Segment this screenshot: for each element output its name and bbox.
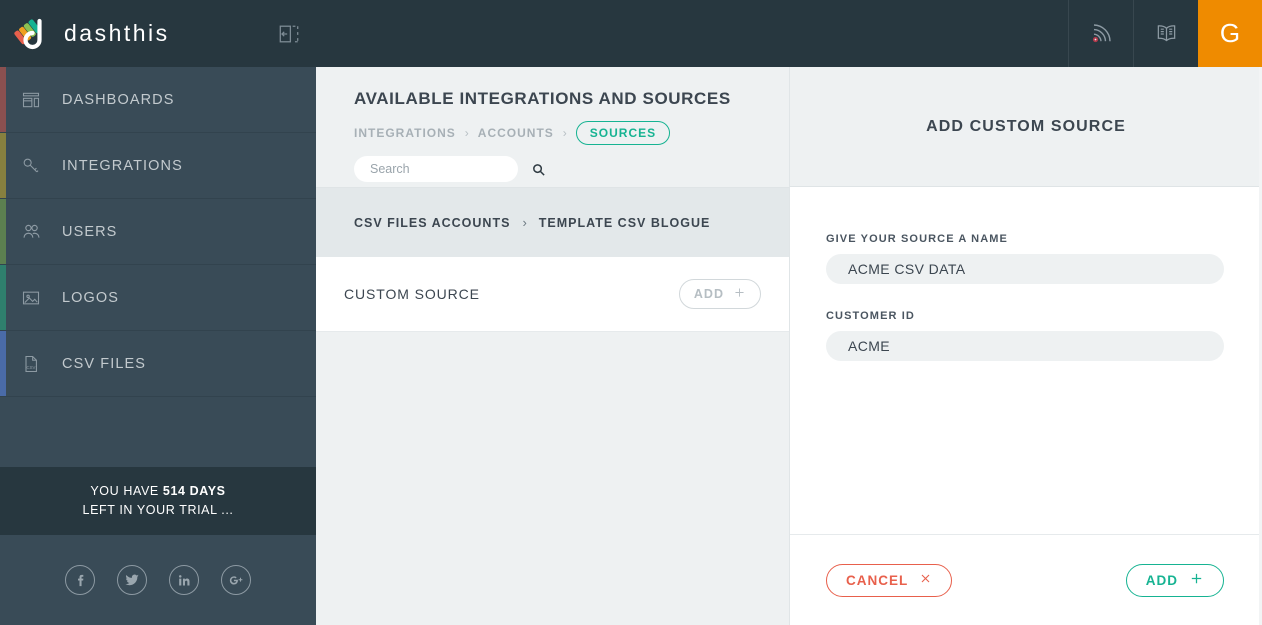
googleplus-icon[interactable]: [221, 565, 251, 595]
app-root: dashthis DASHBOARDS INTEGRATIONS USERS L…: [0, 0, 1262, 625]
integrations-column: AVAILABLE INTEGRATIONS AND SOURCES INTEG…: [316, 67, 790, 625]
customer-id-label: CUSTOMER ID: [826, 310, 915, 322]
twitter-icon[interactable]: [117, 565, 147, 595]
sidebar-item-label: CSV FILES: [62, 355, 147, 372]
sidebar-item-csv-files[interactable]: CSV CSV FILES: [0, 331, 316, 397]
avatar[interactable]: G: [1198, 0, 1262, 67]
search-box[interactable]: [354, 156, 545, 182]
sidebar-nav: DASHBOARDS INTEGRATIONS USERS LOGOS CSV …: [0, 67, 316, 397]
source-name-label: GIVE YOUR SOURCE A NAME: [826, 233, 1008, 245]
body: AVAILABLE INTEGRATIONS AND SOURCES INTEG…: [316, 67, 1262, 625]
linkedin-icon[interactable]: [169, 565, 199, 595]
sidebar-item-logos[interactable]: LOGOS: [0, 265, 316, 331]
page-title: AVAILABLE INTEGRATIONS AND SOURCES: [354, 89, 731, 108]
trial-line-1: YOU HAVE 514 DAYS: [90, 482, 225, 501]
trial-prefix: YOU HAVE: [90, 484, 163, 498]
brand-bar: dashthis: [0, 0, 316, 67]
integrations-header: AVAILABLE INTEGRATIONS AND SOURCES INTEG…: [316, 67, 789, 187]
accent-bar-csv-files: [0, 331, 6, 396]
image-icon: [18, 285, 44, 311]
sidebar-item-label: USERS: [62, 223, 118, 240]
cancel-button[interactable]: CANCEL: [826, 563, 953, 597]
trial-days: 514 DAYS: [162, 484, 226, 498]
search-input[interactable]: [370, 162, 531, 176]
collapse-panel-icon[interactable]: [276, 21, 302, 47]
account-breadcrumb-item-accounts[interactable]: CSV FILES ACCOUNTS: [354, 216, 510, 230]
account-breadcrumb: CSV FILES ACCOUNTS › TEMPLATE CSV BLOGUE: [316, 187, 789, 257]
search-icon[interactable]: [531, 162, 546, 177]
trial-line-2: LEFT IN YOUR TRIAL ...: [82, 503, 234, 517]
panel-form: GIVE YOUR SOURCE A NAME CUSTOMER ID: [790, 187, 1262, 534]
account-breadcrumb-separator: ›: [522, 215, 527, 230]
sidebar: dashthis DASHBOARDS INTEGRATIONS USERS L…: [0, 0, 316, 625]
panel-title: ADD CUSTOM SOURCE: [926, 117, 1126, 135]
accent-bar-integrations: [0, 133, 6, 198]
dashboard-icon: [18, 87, 44, 113]
dashthis-logo-icon[interactable]: [12, 14, 52, 54]
breadcrumb-item-integrations[interactable]: INTEGRATIONS: [354, 126, 456, 140]
accent-bar-logos: [0, 265, 6, 330]
trial-banner: YOU HAVE 514 DAYS LEFT IN YOUR TRIAL ...: [0, 467, 316, 535]
source-name-input[interactable]: [826, 254, 1224, 284]
customer-id-field-group: CUSTOMER ID: [826, 310, 1224, 361]
sidebar-item-label: LOGOS: [62, 289, 120, 306]
source-add-button[interactable]: ADD: [678, 279, 761, 309]
right-side: G AVAILABLE INTEGRATIONS AND SOURCES INT…: [316, 0, 1262, 625]
add-source-panel: ADD CUSTOM SOURCE GIVE YOUR SOURCE A NAM…: [790, 67, 1262, 625]
accent-bar-dashboards: [0, 67, 6, 132]
sidebar-item-users[interactable]: USERS: [0, 199, 316, 265]
panel-header: ADD CUSTOM SOURCE: [790, 67, 1262, 187]
cancel-label: CANCEL: [846, 572, 909, 588]
source-name: CUSTOM SOURCE: [344, 286, 480, 302]
breadcrumb-item-sources[interactable]: SOURCES: [575, 121, 671, 145]
sidebar-item-integrations[interactable]: INTEGRATIONS: [0, 133, 316, 199]
users-icon: [18, 219, 44, 245]
breadcrumb-item-accounts[interactable]: ACCOUNTS: [478, 126, 554, 140]
key-icon: [18, 153, 44, 179]
facebook-icon[interactable]: [65, 565, 95, 595]
avatar-initial: G: [1219, 18, 1241, 48]
breadcrumb-separator: ›: [464, 126, 469, 140]
sidebar-item-dashboards[interactable]: DASHBOARDS: [0, 67, 316, 133]
plus-icon: [1189, 571, 1204, 589]
source-row: CUSTOM SOURCE ADD: [316, 257, 789, 332]
sidebar-item-label: INTEGRATIONS: [62, 157, 183, 174]
sidebar-item-label: DASHBOARDS: [62, 91, 175, 108]
csv-file-icon: CSV: [18, 351, 44, 377]
integrations-empty-area: [316, 332, 789, 625]
breadcrumb-separator: ›: [562, 126, 567, 140]
brand-name: dashthis: [64, 20, 170, 46]
book-icon[interactable]: [1133, 0, 1198, 67]
social-links: [0, 535, 316, 625]
source-name-field-group: GIVE YOUR SOURCE A NAME: [826, 233, 1224, 284]
topbar: G: [316, 0, 1262, 67]
source-add-label: ADD: [693, 287, 724, 301]
close-x-icon: [919, 572, 932, 588]
svg-text:CSV: CSV: [27, 365, 36, 370]
add-button[interactable]: ADD: [1125, 563, 1224, 597]
customer-id-input[interactable]: [826, 331, 1224, 361]
rss-feed-icon[interactable]: [1068, 0, 1133, 67]
add-label: ADD: [1145, 572, 1178, 588]
panel-footer: CANCEL ADD: [790, 534, 1262, 625]
breadcrumb: INTEGRATIONS › ACCOUNTS › SOURCES: [354, 121, 789, 145]
plus-icon: [733, 286, 746, 302]
account-breadcrumb-item-template[interactable]: TEMPLATE CSV BLOGUE: [539, 216, 711, 230]
accent-bar-users: [0, 199, 6, 264]
